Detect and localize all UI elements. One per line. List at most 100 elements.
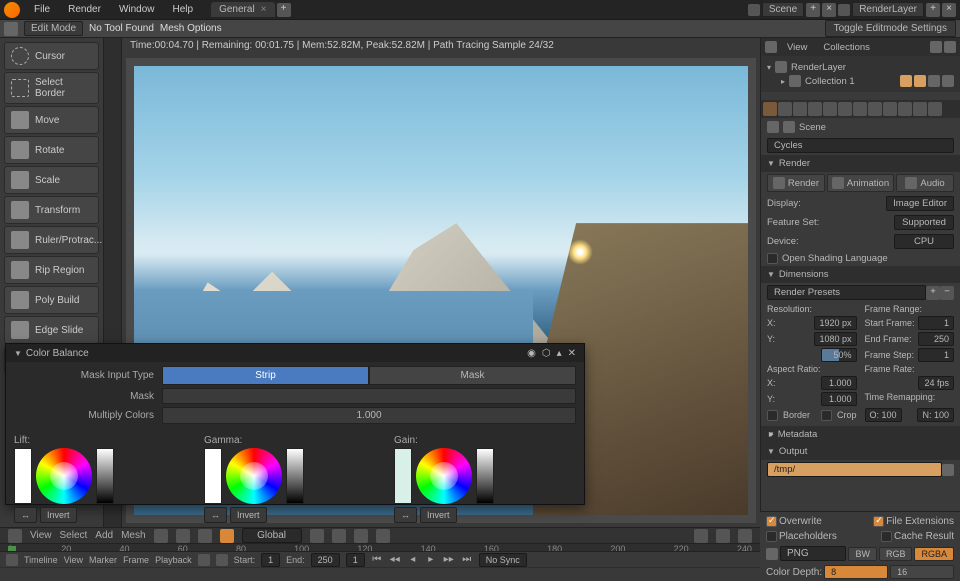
scene-selector[interactable]: Scene [762, 2, 804, 17]
tl-frame-menu[interactable]: Frame [123, 555, 149, 565]
fps-selector[interactable]: 24 fps [918, 376, 954, 390]
outliner-tab-view[interactable]: View [781, 41, 813, 54]
strip-button[interactable]: Strip [162, 366, 369, 385]
tab-physics[interactable] [883, 102, 897, 116]
jump-end-icon[interactable]: ⏭ [461, 554, 473, 566]
gain-invert-button[interactable]: Invert [420, 507, 457, 523]
gain-arrows-button[interactable]: ↔ [394, 507, 417, 523]
tool-edge-slide[interactable]: Edge Slide [4, 316, 99, 344]
gain-color-wheel[interactable] [416, 448, 472, 504]
outliner-item-renderlayer[interactable]: ▾RenderLayer [767, 60, 954, 74]
display-icon[interactable] [738, 529, 752, 543]
end-frame-input[interactable]: 250 [918, 332, 954, 346]
tab-output[interactable] [778, 102, 792, 116]
next-key-icon[interactable]: ▸▸ [443, 554, 455, 566]
menu-icon[interactable]: ▴ [557, 348, 562, 359]
multiply-slider[interactable]: 1.000 [162, 407, 576, 424]
keying-icon[interactable] [198, 554, 210, 566]
close-icon[interactable]: × [261, 4, 267, 15]
device-selector[interactable]: CPU [894, 234, 954, 249]
scene-add-button[interactable]: + [806, 3, 820, 17]
menu-file[interactable]: File [26, 2, 58, 17]
menu-window[interactable]: Window [111, 2, 163, 17]
crop-checkbox[interactable] [821, 410, 832, 421]
shading-icon[interactable] [694, 529, 708, 543]
gain-value-slider[interactable] [476, 448, 494, 504]
file-ext-checkbox[interactable] [873, 516, 884, 527]
depth-16-button[interactable]: 16 [890, 565, 954, 579]
tool-cursor[interactable]: Cursor [4, 42, 99, 70]
mode-selector[interactable]: Edit Mode [24, 21, 83, 36]
res-x-input[interactable]: 1920 px [814, 316, 856, 330]
layer-remove-button[interactable]: × [942, 3, 956, 17]
aspect-y-input[interactable]: 1.000 [821, 392, 857, 406]
cache-checkbox[interactable] [881, 531, 892, 542]
orientation-selector[interactable]: Global [242, 528, 302, 543]
select-menu[interactable]: Select [60, 530, 88, 541]
osl-checkbox[interactable] [767, 253, 778, 264]
proportional-icon[interactable] [354, 529, 368, 543]
mask-button[interactable]: Mask [369, 366, 576, 385]
tl-playback-menu[interactable]: Playback [155, 555, 192, 565]
play-reverse-icon[interactable]: ◂ [407, 554, 419, 566]
workspace-tab-general[interactable]: General× [211, 2, 274, 17]
depth-8-button[interactable]: 8 [824, 565, 888, 579]
close-icon[interactable]: ✕ [568, 348, 576, 359]
renderlayer-selector[interactable]: RenderLayer [852, 2, 924, 17]
start-frame-field[interactable]: 1 [261, 553, 280, 567]
collapse-icon[interactable]: ▼ [14, 349, 22, 358]
tab-constraints[interactable] [898, 102, 912, 116]
gamma-color-wheel[interactable] [226, 448, 282, 504]
prev-key-icon[interactable]: ◂◂ [389, 554, 401, 566]
gain-swatch[interactable] [394, 448, 412, 504]
tool-select-border[interactable]: Select Border [4, 72, 99, 104]
preset-add-button[interactable]: + [926, 286, 940, 300]
view-menu[interactable]: View [30, 530, 52, 541]
add-tab-button[interactable]: + [277, 3, 291, 17]
mode-icon[interactable] [154, 529, 168, 543]
snap-type-icon[interactable] [332, 529, 346, 543]
filter-icon[interactable] [944, 41, 956, 53]
tool-ruler[interactable]: Ruler/Protrac... [4, 226, 99, 254]
visible-icon[interactable] [900, 75, 912, 87]
tool-move[interactable]: Move [4, 106, 99, 134]
engine-selector[interactable]: Cycles [767, 138, 954, 153]
tab-modifier[interactable] [853, 102, 867, 116]
eye-icon[interactable]: ◉ [527, 348, 536, 359]
lift-color-wheel[interactable] [36, 448, 92, 504]
format-selector[interactable]: PNG [780, 546, 846, 561]
lift-arrows-button[interactable]: ↔ [14, 507, 37, 523]
menu-help[interactable]: Help [165, 2, 202, 17]
animation-button[interactable]: Animation [827, 174, 894, 192]
pin-icon[interactable] [767, 121, 779, 133]
timeline-editor-icon[interactable] [6, 554, 18, 566]
gamma-swatch[interactable] [204, 448, 222, 504]
mute-icon[interactable]: ⬡ [542, 348, 551, 359]
render-button[interactable]: Render [767, 174, 825, 192]
tool-transform[interactable]: Transform [4, 196, 99, 224]
jump-start-icon[interactable]: ⏮ [371, 554, 383, 566]
display-selector[interactable]: Image Editor [886, 196, 954, 211]
lift-swatch[interactable] [14, 448, 32, 504]
remap-old-input[interactable]: O: 100 [865, 408, 902, 422]
sync-selector[interactable]: No Sync [479, 553, 527, 567]
outliner-item-collection[interactable]: ▸Collection 1 [781, 74, 954, 88]
scene-remove-button[interactable]: × [822, 3, 836, 17]
presets-selector[interactable]: Render Presets [767, 285, 926, 300]
orientation-icon[interactable] [220, 529, 234, 543]
mask-selector[interactable] [162, 388, 576, 404]
editor-type-icon[interactable] [8, 529, 22, 543]
tab-view-layer[interactable] [793, 102, 807, 116]
frame-step-input[interactable]: 1 [918, 348, 954, 362]
end-frame-field[interactable]: 250 [311, 553, 340, 567]
tab-world[interactable] [823, 102, 837, 116]
tool-rip-region[interactable]: Rip Region [4, 256, 99, 284]
tl-view-menu[interactable]: View [64, 555, 83, 565]
outliner-tree[interactable]: ▾RenderLayer ▸Collection 1 [761, 56, 960, 92]
section-render[interactable]: Render [761, 155, 960, 172]
res-pct-slider[interactable]: 50% [821, 348, 857, 362]
rgb-button[interactable]: RGB [879, 547, 913, 561]
render-icon[interactable] [942, 75, 954, 87]
section-dimensions[interactable]: Dimensions [761, 266, 960, 283]
section-metadata[interactable]: ▸ Metadata [761, 426, 960, 443]
